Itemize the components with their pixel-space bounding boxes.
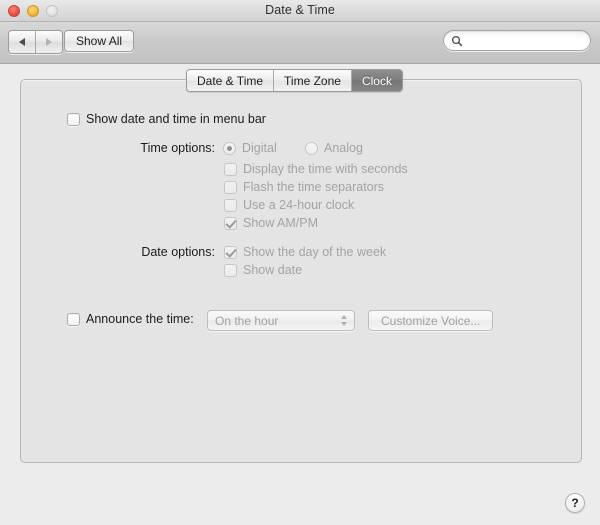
show-date-time-in-menu-bar-row[interactable]: Show date and time in menu bar bbox=[67, 112, 266, 126]
show-am-pm-label: Show AM/PM bbox=[243, 216, 319, 230]
analog-radio-label: Analog bbox=[324, 141, 363, 155]
chevron-up-icon bbox=[341, 315, 347, 319]
flash-time-separators-label: Flash the time separators bbox=[243, 180, 385, 194]
window-titlebar: Date & Time bbox=[0, 0, 600, 22]
show-am-pm-checkbox[interactable] bbox=[224, 216, 237, 230]
customize-voice-button[interactable]: Customize Voice... bbox=[368, 310, 494, 331]
display-time-with-seconds-row[interactable]: Display the time with seconds bbox=[224, 162, 408, 176]
time-options-analog-radio-row[interactable]: Analog bbox=[305, 141, 363, 155]
show-date-label: Show date bbox=[243, 263, 303, 277]
clock-settings-pane: Show date and time in menu bar Time opti… bbox=[20, 79, 582, 463]
show-day-of-week-checkbox[interactable] bbox=[224, 245, 237, 259]
help-icon: ? bbox=[571, 496, 579, 510]
announce-the-time-checkbox[interactable] bbox=[67, 312, 80, 326]
forward-arrow-icon bbox=[46, 38, 52, 46]
back-button[interactable] bbox=[9, 31, 35, 53]
show-all-label: Show All bbox=[76, 34, 123, 48]
display-time-with-seconds-checkbox[interactable] bbox=[224, 162, 237, 176]
analog-radio-button[interactable] bbox=[305, 141, 318, 155]
tab-label: Time Zone bbox=[284, 73, 341, 88]
window-toolbar: Show All bbox=[0, 22, 600, 64]
customize-voice-button-wrap: Customize Voice... bbox=[368, 310, 494, 331]
chevron-down-icon bbox=[341, 322, 347, 326]
show-all-button[interactable]: Show All bbox=[64, 30, 135, 52]
date-options-label-wrap: Date options: bbox=[95, 245, 215, 259]
window-title: Date & Time bbox=[265, 3, 335, 17]
tab-date-and-time[interactable]: Date & Time bbox=[187, 70, 274, 91]
digital-radio-button[interactable] bbox=[223, 141, 236, 155]
time-options-label-wrap: Time options: bbox=[95, 141, 215, 155]
show-date-checkbox[interactable] bbox=[224, 263, 237, 277]
show-date-time-in-menu-bar-label: Show date and time in menu bar bbox=[86, 112, 266, 126]
announce-the-time-row[interactable]: Announce the time: bbox=[67, 312, 194, 326]
search-field[interactable] bbox=[443, 30, 591, 51]
flash-time-separators-checkbox[interactable] bbox=[224, 180, 237, 194]
preference-tab-bar: Date & Time Time Zone Clock bbox=[186, 69, 403, 92]
flash-time-separators-row[interactable]: Flash the time separators bbox=[224, 180, 384, 194]
navigation-segmented-control bbox=[8, 30, 63, 54]
tab-label: Clock bbox=[361, 73, 392, 88]
popup-stepper-arrows-icon bbox=[341, 315, 347, 326]
announce-interval-popup-wrap: On the hour bbox=[207, 310, 355, 331]
show-date-row[interactable]: Show date bbox=[224, 263, 302, 277]
use-24-hour-clock-row[interactable]: Use a 24-hour clock bbox=[224, 198, 354, 212]
search-icon bbox=[451, 35, 463, 46]
search-input[interactable] bbox=[467, 34, 577, 47]
date-options-label: Date options: bbox=[141, 245, 215, 259]
show-day-of-week-row[interactable]: Show the day of the week bbox=[224, 245, 386, 259]
announce-interval-value: On the hour bbox=[215, 313, 279, 328]
tab-clock[interactable]: Clock bbox=[350, 70, 402, 91]
display-time-with-seconds-label: Display the time with seconds bbox=[243, 162, 408, 176]
customize-voice-label: Customize Voice... bbox=[381, 313, 481, 328]
tab-time-zone[interactable]: Time Zone bbox=[273, 70, 351, 91]
use-24-hour-clock-label: Use a 24-hour clock bbox=[243, 198, 355, 212]
announce-the-time-label: Announce the time: bbox=[86, 312, 194, 326]
show-date-time-in-menu-bar-checkbox[interactable] bbox=[67, 112, 80, 126]
show-day-of-week-label: Show the day of the week bbox=[243, 245, 387, 259]
time-options-label: Time options: bbox=[140, 141, 215, 155]
forward-button bbox=[35, 31, 62, 53]
announce-interval-popup-button[interactable]: On the hour bbox=[207, 310, 355, 331]
tab-label: Date & Time bbox=[197, 73, 264, 88]
system-preferences-window: Date & Time Show All Date & Time Time Zo… bbox=[0, 0, 600, 525]
digital-radio-label: Digital bbox=[242, 141, 277, 155]
help-button[interactable]: ? bbox=[565, 493, 585, 513]
use-24-hour-clock-checkbox[interactable] bbox=[224, 198, 237, 212]
back-arrow-icon bbox=[19, 38, 25, 46]
time-options-digital-radio-row[interactable]: Digital bbox=[223, 141, 277, 155]
show-am-pm-row[interactable]: Show AM/PM bbox=[224, 216, 318, 230]
